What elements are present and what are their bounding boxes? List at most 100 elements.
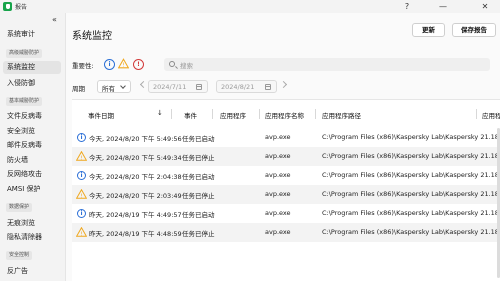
app-path-cell: C:\Program Files (x86)\Kaspersky Lab\Kas…: [322, 171, 499, 179]
svg-text:!: !: [80, 155, 82, 161]
table-row[interactable]: ! 今天, 2024/8/20 下午 2:03:49 任务已停止 avp.exe C:\…: [72, 185, 500, 204]
events-table: 事件日期 ↓ 事件 应用程序 应用程序名称 应用程序路径 应用程 i 今天, 20…: [72, 99, 500, 281]
app-name-cell: avp.exe: [265, 133, 291, 141]
warning-triangle-icon: !: [75, 188, 88, 199]
warning-filter-icon[interactable]: !: [118, 58, 129, 69]
minimize-button[interactable]: —: [432, 0, 454, 13]
info-circle-icon: i: [77, 209, 86, 218]
event-date-cell: 今天, 2024/8/20 下午 2:04:38: [89, 173, 182, 181]
kaspersky-shield-icon: [3, 2, 12, 11]
event-date-cell: 今天, 2024/8/20 下午 5:49:56: [89, 135, 182, 143]
warning-triangle-icon: !: [75, 150, 88, 161]
warning-triangle-icon: !: [75, 226, 88, 237]
event-date-cell: 昨天, 2024/8/19 下午 4:48:59: [89, 230, 182, 238]
app-path-cell: C:\Program Files (x86)\Kaspersky Lab\Kas…: [322, 133, 499, 141]
title-bar: 报告 ? — ✕: [0, 0, 500, 13]
info-filter-icon[interactable]: i: [104, 59, 115, 70]
page-title: 系统监控: [72, 31, 112, 42]
window-title: 报告: [15, 4, 28, 11]
sidebar-item[interactable]: 系统审计: [7, 29, 35, 39]
sidebar-item[interactable]: 反广告: [7, 266, 28, 276]
event-cell: 任务已启动: [182, 211, 215, 219]
column-separator[interactable]: [315, 109, 316, 119]
sidebar-item[interactable]: 无痕浏览: [7, 218, 35, 228]
calendar-icon: [265, 84, 271, 90]
sidebar-item[interactable]: 入侵防御: [7, 78, 35, 88]
event-cell: 任务已停止: [182, 154, 215, 162]
column-separator[interactable]: [476, 109, 477, 119]
date-from-value: 2024/7/11: [153, 83, 187, 91]
sidebar-group-header: 高级威胁防护: [6, 49, 43, 58]
app-path-cell: C:\Program Files (x86)\Kaspersky Lab\Kas…: [322, 190, 499, 198]
app-path-cell: C:\Program Files (x86)\Kaspersky Lab\Kas…: [322, 209, 499, 217]
event-date-cell: 今天, 2024/8/20 下午 2:03:49: [89, 192, 182, 200]
event-cell: 任务已启动: [182, 173, 215, 181]
main-panel: 系统监控 更新 保存报告 重要性: i ! ! 搜索 周期 所有 2024/7/…: [65, 13, 500, 281]
event-cell: 任务已停止: [182, 192, 215, 200]
sidebar-group-header: 安全控制: [6, 251, 33, 260]
next-period-icon[interactable]: [279, 80, 288, 89]
sort-descending-icon[interactable]: ↓: [157, 109, 163, 117]
search-placeholder: 搜索: [180, 62, 193, 70]
sidebar-item[interactable]: 邮件反病毒: [7, 140, 42, 150]
app-name-cell: avp.exe: [265, 209, 291, 217]
sidebar-item[interactable]: AMSI 保护: [7, 184, 41, 194]
update-button[interactable]: 更新: [412, 23, 445, 37]
sidebar-item[interactable]: 防火墙: [7, 155, 28, 165]
column-header-event[interactable]: 事件: [184, 110, 197, 120]
search-icon: [169, 61, 175, 67]
column-header-application[interactable]: 应用程序: [220, 110, 246, 120]
severity-label: 重要性:: [72, 62, 94, 70]
event-cell: 任务已停止: [182, 230, 215, 238]
column-header-date[interactable]: 事件日期: [88, 110, 114, 120]
column-separator[interactable]: [212, 109, 213, 119]
collapse-sidebar-button[interactable]: «: [52, 15, 57, 24]
help-button[interactable]: ?: [396, 0, 418, 13]
app-path-cell: C:\Program Files (x86)\Kaspersky Lab\Kas…: [322, 228, 499, 236]
column-separator[interactable]: [259, 109, 260, 119]
table-row[interactable]: i 今天, 2024/8/20 下午 2:04:38 任务已启动 avp.exe C:\…: [72, 166, 500, 185]
app-name-cell: avp.exe: [265, 171, 291, 179]
chevron-down-icon: [120, 83, 126, 89]
save-report-button[interactable]: 保存报告: [452, 23, 496, 37]
calendar-icon: [196, 84, 202, 90]
column-header-app-path[interactable]: 应用程序路径: [322, 110, 361, 120]
svg-text:!: !: [80, 193, 82, 199]
svg-text:!: !: [122, 63, 124, 69]
table-row[interactable]: ! 昨天, 2024/8/19 下午 4:48:59 任务已停止 avp.exe C:\…: [72, 223, 500, 242]
close-button[interactable]: ✕: [474, 0, 496, 13]
column-separator[interactable]: [171, 109, 172, 119]
column-header-app-truncated[interactable]: 应用程: [482, 110, 500, 120]
sidebar-item[interactable]: 隐私清除器: [7, 232, 42, 242]
date-from-field[interactable]: 2024/7/11: [148, 80, 208, 93]
search-input[interactable]: 搜索: [164, 58, 490, 71]
previous-period-icon[interactable]: [139, 80, 148, 89]
event-date-cell: 今天, 2024/8/20 下午 5:49:34: [89, 154, 182, 162]
app-name-cell: avp.exe: [265, 190, 291, 198]
sidebar-group-header: 数据保护: [6, 203, 33, 212]
event-cell: 任务已启动: [182, 135, 215, 143]
period-select[interactable]: 所有: [97, 80, 131, 93]
info-circle-icon: i: [77, 133, 86, 142]
error-filter-icon[interactable]: !: [133, 59, 144, 70]
sidebar-item[interactable]: 文件反病毒: [7, 111, 42, 121]
table-row[interactable]: i 昨天, 2024/8/19 下午 4:49:57 任务已启动 avp.exe C:\…: [72, 204, 500, 223]
app-name-cell: avp.exe: [265, 152, 291, 160]
info-circle-icon: i: [77, 171, 86, 180]
sidebar-group-header: 基本威胁防护: [6, 97, 43, 106]
date-to-field[interactable]: 2024/8/21: [216, 80, 277, 93]
sidebar-item[interactable]: 系统监控: [3, 61, 61, 74]
sidebar-item[interactable]: 反网络攻击: [7, 169, 42, 179]
event-date-cell: 昨天, 2024/8/19 下午 4:49:57: [89, 211, 182, 219]
period-label: 周期: [72, 85, 85, 93]
date-to-value: 2024/8/21: [221, 83, 255, 91]
app-name-cell: avp.exe: [265, 228, 291, 236]
sidebar-item[interactable]: 安全浏览: [7, 126, 35, 136]
table-row[interactable]: i 今天, 2024/8/20 下午 5:49:56 任务已启动 avp.exe C:\…: [72, 128, 500, 147]
column-header-app-name[interactable]: 应用程序名称: [265, 110, 304, 120]
period-value: 所有: [102, 85, 115, 93]
app-path-cell: C:\Program Files (x86)\Kaspersky Lab\Kas…: [322, 152, 499, 160]
svg-text:!: !: [80, 231, 82, 237]
sidebar: « 系统审计高级威胁防护系统监控入侵防御基本威胁防护 文件反病毒安全浏览邮件反病毒…: [0, 13, 65, 281]
table-row[interactable]: ! 今天, 2024/8/20 下午 5:49:34 任务已停止 avp.exe C:\…: [72, 147, 500, 166]
